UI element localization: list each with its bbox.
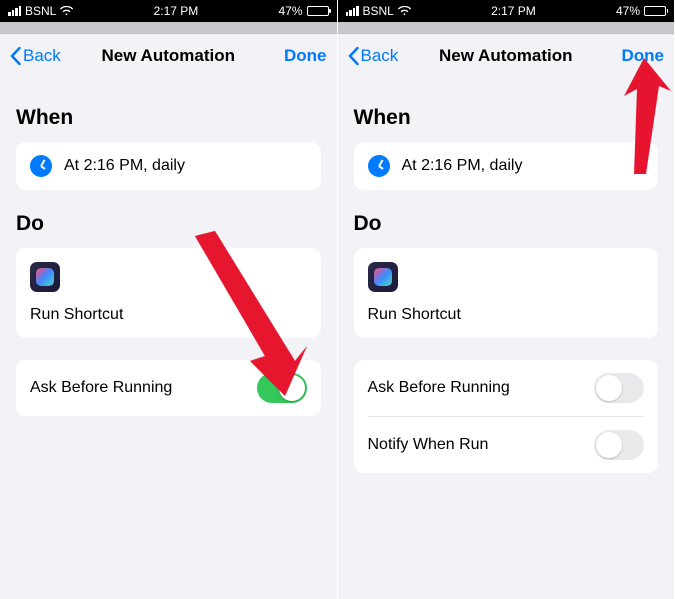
options-card: Ask Before Running Notify When Run xyxy=(354,360,659,473)
ask-before-running-row: Ask Before Running xyxy=(354,360,659,416)
shortcut-app-icon xyxy=(368,262,398,292)
notify-when-run-row: Notify When Run xyxy=(368,416,645,473)
ask-before-running-toggle[interactable] xyxy=(594,373,644,403)
shortcut-app-icon xyxy=(30,262,60,292)
signal-icon xyxy=(8,6,21,16)
content: When At 2:16 PM, daily Do Run Shortcut A… xyxy=(338,78,675,599)
when-card[interactable]: At 2:16 PM, daily xyxy=(354,142,659,190)
options-card: Ask Before Running xyxy=(16,360,321,416)
notify-when-run-label: Notify When Run xyxy=(368,436,489,454)
phone-left: BSNL 2:17 PM 47% Back New Automation Don… xyxy=(0,0,338,599)
back-label: Back xyxy=(361,46,399,66)
battery-icon xyxy=(644,6,666,16)
status-bar: BSNL 2:17 PM 47% xyxy=(0,0,337,22)
do-heading: Do xyxy=(354,212,659,236)
when-trigger-text: At 2:16 PM, daily xyxy=(64,157,185,175)
battery-percent: 47% xyxy=(278,4,302,18)
ask-before-running-toggle[interactable] xyxy=(257,373,307,403)
wifi-icon xyxy=(398,6,411,16)
wifi-icon xyxy=(60,6,73,16)
carrier-label: BSNL xyxy=(25,4,56,18)
ask-before-running-row: Ask Before Running xyxy=(16,360,321,416)
do-card[interactable]: Run Shortcut xyxy=(354,248,659,338)
done-button[interactable]: Done xyxy=(284,46,327,66)
back-button[interactable]: Back xyxy=(348,46,399,66)
carrier-label: BSNL xyxy=(363,4,394,18)
do-heading: Do xyxy=(16,212,321,236)
when-heading: When xyxy=(16,106,321,130)
notify-when-run-toggle[interactable] xyxy=(594,430,644,460)
signal-icon xyxy=(346,6,359,16)
chevron-left-icon xyxy=(10,47,21,65)
back-button[interactable]: Back xyxy=(10,46,61,66)
do-action-label: Run Shortcut xyxy=(30,306,307,324)
done-button[interactable]: Done xyxy=(622,46,665,66)
when-trigger-text: At 2:16 PM, daily xyxy=(402,157,523,175)
nav-bar: Back New Automation Done xyxy=(0,34,337,78)
content: When At 2:16 PM, daily Do Run Shortcut A… xyxy=(0,78,337,599)
clock-icon xyxy=(30,155,52,177)
sheet-handle xyxy=(338,22,675,34)
sheet-handle xyxy=(0,22,337,34)
when-heading: When xyxy=(354,106,659,130)
clock-icon xyxy=(368,155,390,177)
ask-before-running-label: Ask Before Running xyxy=(30,379,172,397)
ask-before-running-label: Ask Before Running xyxy=(368,379,510,397)
do-card[interactable]: Run Shortcut xyxy=(16,248,321,338)
status-bar: BSNL 2:17 PM 47% xyxy=(338,0,675,22)
battery-icon xyxy=(307,6,329,16)
when-card[interactable]: At 2:16 PM, daily xyxy=(16,142,321,190)
battery-percent: 47% xyxy=(616,4,640,18)
phone-right: BSNL 2:17 PM 47% Back New Automation Don… xyxy=(338,0,675,599)
nav-bar: Back New Automation Done xyxy=(338,34,675,78)
time-label: 2:17 PM xyxy=(154,4,199,18)
do-action-label: Run Shortcut xyxy=(368,306,645,324)
back-label: Back xyxy=(23,46,61,66)
chevron-left-icon xyxy=(348,47,359,65)
time-label: 2:17 PM xyxy=(491,4,536,18)
